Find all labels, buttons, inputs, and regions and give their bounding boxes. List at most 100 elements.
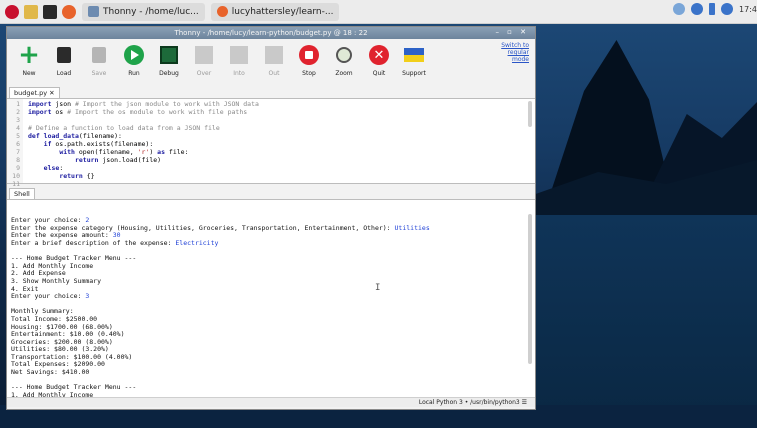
plus-icon: + — [18, 40, 40, 70]
switch-mode-line: regular — [507, 49, 529, 56]
step-into-icon — [227, 43, 251, 67]
browser-icon[interactable] — [62, 4, 76, 19]
shell-output-text: 1. Add Monthly Income — [11, 390, 94, 397]
step-over-button[interactable]: Over — [188, 43, 220, 77]
switch-mode-line: mode — [511, 56, 529, 63]
status-bar: Local Python 3 • /usr/bin/python3 ☰ — [7, 397, 535, 407]
line-number: 3 — [16, 116, 20, 124]
shell-line: 1. Add Monthly Income — [11, 262, 535, 271]
support-button[interactable]: Support — [398, 43, 430, 77]
network-icon[interactable] — [673, 3, 686, 15]
editor-scrollbar[interactable] — [528, 101, 532, 127]
load-button[interactable]: Load — [48, 43, 80, 77]
shell-line: Enter your choice: 3 — [11, 292, 535, 301]
save-label: Save — [91, 70, 107, 77]
shell-user-input: 3 — [85, 292, 90, 301]
taskbar: Thonny - /home/luc... lucyhattersley/lea… — [0, 0, 757, 24]
line-number: 4 — [16, 124, 20, 132]
clock[interactable]: 17:4 — [739, 5, 757, 14]
switch-mode-line: Switch to — [501, 42, 529, 49]
shell-output-text: Enter your choice: — [11, 292, 86, 301]
taskbar-app-thonny[interactable]: Thonny - /home/luc... — [82, 2, 205, 21]
update-icon[interactable] — [691, 3, 704, 15]
zoom-label: Zoom — [335, 70, 353, 77]
stop-icon — [297, 43, 321, 67]
file-manager-icon[interactable] — [24, 4, 38, 19]
browser-icon — [216, 6, 228, 17]
line-number: 1 — [16, 100, 20, 108]
load-label: Load — [56, 70, 72, 77]
out-label: Out — [268, 70, 280, 77]
line-number-gutter: 1 2 3 4 5 6 7 8 9 10 11 — [7, 99, 23, 188]
window-titlebar[interactable]: Thonny - /home/lucy/learn-python/budget.… — [7, 27, 535, 39]
line-number: 11 — [12, 180, 20, 188]
line-number: 2 — [16, 108, 20, 116]
shell-console[interactable]: Enter your choice: 2 Enter the expense ca… — [7, 200, 535, 397]
line-number: 10 — [12, 172, 20, 180]
zoom-icon — [332, 43, 356, 67]
shell-user-input: Electricity — [175, 238, 219, 247]
new-label: New — [22, 70, 36, 77]
thonny-window: Thonny - /home/lucy/learn-python/budget.… — [6, 26, 536, 410]
shell-tabbar: Shell — [7, 187, 535, 200]
over-label: Over — [196, 70, 212, 77]
step-into-button[interactable]: Into — [223, 43, 255, 77]
stop-button[interactable]: Stop — [293, 43, 325, 77]
shell-user-input: Utilities — [394, 223, 430, 232]
quit-button[interactable]: ✕ Quit — [363, 43, 395, 77]
save-button[interactable]: Save — [83, 43, 115, 77]
switch-mode-link[interactable]: Switch to regular mode — [501, 42, 529, 63]
debug-button[interactable]: Debug — [153, 43, 185, 77]
lake-water — [530, 215, 757, 428]
ukraine-flag-icon — [402, 43, 426, 67]
shell-output-text: Net Savings: $410.00 — [11, 368, 90, 377]
close-icon: ✕ — [367, 43, 391, 67]
line-number: 7 — [16, 148, 20, 156]
run-label: Run — [128, 70, 140, 77]
tab-budget-py[interactable]: budget.py ✕ — [9, 87, 60, 98]
shell-line: 1. Add Monthly Income — [11, 390, 535, 397]
thonny-icon — [88, 6, 99, 17]
shell-line: 3. Show Monthly Summary — [11, 277, 535, 286]
stop-label: Stop — [302, 70, 316, 77]
play-icon — [122, 43, 146, 67]
bluetooth-icon[interactable] — [709, 3, 716, 15]
shell-line: Enter a brief description of the expense… — [11, 238, 535, 248]
code-text[interactable]: import json # Import the json module to … — [23, 99, 259, 183]
shell-output-text: Enter a brief description of the expense… — [11, 238, 176, 247]
tab-shell[interactable]: Shell — [9, 188, 35, 199]
toolbar: + New Load Save Run Debug Over Into Out … — [7, 39, 535, 87]
step-over-icon — [192, 43, 216, 67]
code-editor[interactable]: 1 2 3 4 5 6 7 8 9 10 11 import json # Im… — [7, 99, 535, 188]
raspberry-menu-icon[interactable] — [5, 4, 19, 19]
debug-label: Debug — [159, 70, 179, 77]
into-label: Into — [233, 70, 245, 77]
shell-line: 4. Exit — [11, 285, 535, 294]
run-button[interactable]: Run — [118, 43, 150, 77]
window-controls[interactable]: – ▫ ✕ — [495, 28, 529, 36]
shell-line: Total Expenses: $2090.00 — [11, 361, 535, 369]
line-number: 6 — [16, 140, 20, 148]
line-number: 5 — [16, 132, 20, 140]
system-tray: 17:4 — [673, 3, 757, 15]
folder-open-icon — [52, 43, 76, 67]
taskbar-app-browser[interactable]: lucyhattersley/learn-... — [210, 2, 340, 21]
line-number: 9 — [16, 164, 20, 172]
step-out-button[interactable]: Out — [258, 43, 290, 77]
zoom-button[interactable]: Zoom — [328, 43, 360, 77]
shell-line: Net Savings: $410.00 — [11, 368, 535, 377]
line-number: 8 — [16, 156, 20, 164]
quit-label: Quit — [372, 70, 386, 77]
text-cursor-icon: I — [375, 283, 381, 293]
wifi-icon[interactable] — [721, 3, 734, 15]
shell-scrollbar[interactable] — [528, 214, 532, 364]
window-title: Thonny - /home/lucy/learn-python/budget.… — [174, 29, 368, 37]
editor-tabbar: budget.py ✕ — [7, 87, 535, 99]
terminal-icon[interactable] — [43, 4, 57, 19]
new-button[interactable]: + New — [13, 40, 45, 77]
taskbar-app-label: lucyhattersley/learn-... — [231, 6, 334, 17]
debug-icon — [157, 43, 181, 67]
save-icon — [87, 43, 111, 67]
taskbar-app-label: Thonny - /home/luc... — [103, 6, 199, 17]
